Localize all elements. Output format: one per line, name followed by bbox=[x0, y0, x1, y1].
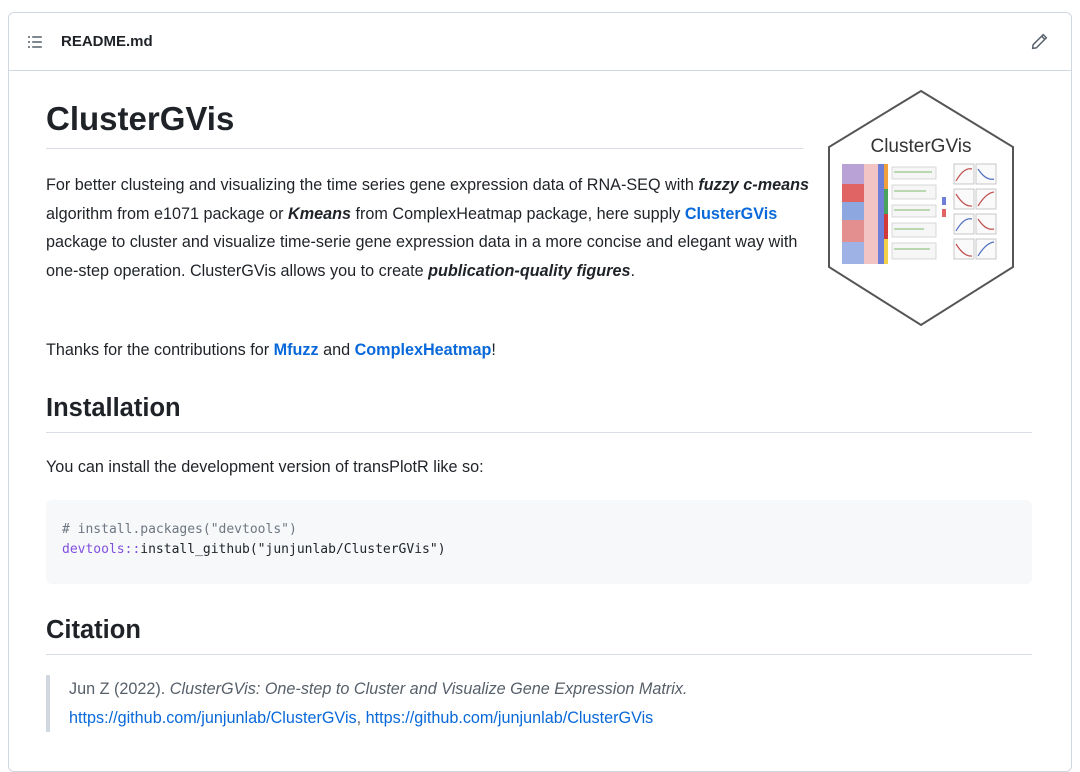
citation-url-2[interactable]: https://github.com/junjunlab/ClusterGVis bbox=[366, 709, 654, 727]
intro-text-5: . bbox=[630, 261, 635, 280]
citation-work-title: ClusterGVis: One-step to Cluster and Vis… bbox=[169, 680, 688, 698]
citation-paragraph: Jun Z (2022). ClusterGVis: One-step to C… bbox=[69, 675, 1032, 732]
pencil-icon bbox=[1031, 33, 1047, 50]
citation-blockquote: Jun Z (2022). ClusterGVis: One-step to C… bbox=[46, 675, 1032, 732]
citation-heading: Citation bbox=[46, 614, 1032, 655]
thanks-text-1: Thanks for the contributions for bbox=[46, 341, 274, 359]
intro-paragraph: For better clusteing and visualizing the… bbox=[46, 171, 816, 285]
intro-text-4: package to cluster and visualize time-se… bbox=[46, 233, 798, 280]
code-install-line: devtools::install_github("junjunlab/Clus… bbox=[62, 540, 1016, 560]
thanks-text-2: and bbox=[318, 341, 355, 359]
logo-text: ClusterGVis bbox=[870, 136, 971, 157]
kmeans-text: Kmeans bbox=[288, 204, 352, 223]
citation-author: Jun Z (2022). bbox=[69, 680, 170, 698]
readme-header: README.md bbox=[9, 13, 1071, 71]
code-operator: :: bbox=[124, 542, 141, 557]
citation-separator: , bbox=[356, 708, 366, 727]
edit-file-button[interactable] bbox=[1023, 26, 1055, 58]
installation-text: You can install the development version … bbox=[46, 458, 484, 476]
mfuzz-link[interactable]: Mfuzz bbox=[274, 341, 319, 359]
page-title: ClusterGVis bbox=[46, 99, 803, 149]
thanks-text-3: ! bbox=[491, 341, 496, 359]
install-code-block[interactable]: # install.packages("devtools") devtools:… bbox=[46, 500, 1032, 584]
fuzzy-c-means-text: fuzzy c-means bbox=[698, 176, 809, 194]
clustergvis-logo: ClusterGVis bbox=[826, 89, 1016, 327]
code-package: devtools bbox=[62, 542, 125, 557]
intro-text-3: from ComplexHeatmap package, here supply bbox=[351, 204, 685, 223]
file-name: README.md bbox=[61, 33, 153, 50]
intro-text-2: algorithm from e1071 package or bbox=[46, 204, 289, 223]
intro-text-1: For better clusteing and visualizing the… bbox=[46, 176, 699, 194]
code-comment-line: # install.packages("devtools") bbox=[62, 522, 297, 537]
list-unordered-icon[interactable] bbox=[27, 34, 43, 50]
complexheatmap-link[interactable]: ComplexHeatmap bbox=[355, 341, 492, 359]
installation-heading: Installation bbox=[46, 392, 1032, 433]
thanks-paragraph: Thanks for the contributions for Mfuzz a… bbox=[46, 336, 816, 365]
code-call: install_github("junjunlab/ClusterGVis") bbox=[140, 542, 446, 557]
publication-quality-text: publication-quality figures bbox=[428, 261, 631, 280]
clustergvis-link[interactable]: ClusterGVis bbox=[685, 205, 777, 223]
citation-url-1[interactable]: https://github.com/junjunlab/ClusterGVis bbox=[69, 709, 357, 727]
readme-panel: README.md ClusterGVis ClusterGVis For be… bbox=[8, 12, 1072, 772]
